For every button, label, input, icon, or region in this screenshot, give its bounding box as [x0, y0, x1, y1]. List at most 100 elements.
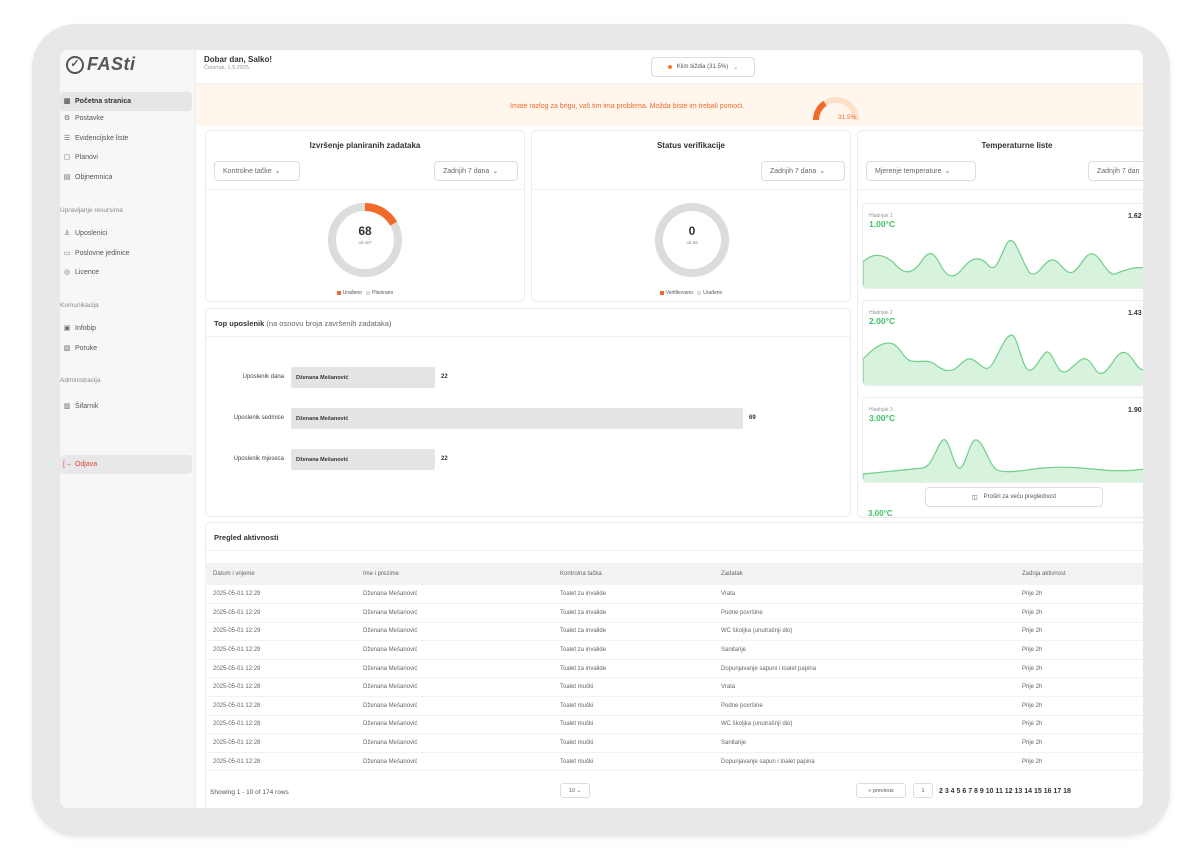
column-header[interactable]: Zadnja aktivnost	[1014, 563, 1143, 585]
table-cell: 2025-05-01 12:28	[205, 733, 355, 753]
table-cell: Dženana Mešanović	[355, 640, 552, 660]
sidebar-item-label: Šifarnik	[75, 403, 99, 410]
climate-dropdown[interactable]: Klim tiiždia (31.5%) ⌄	[651, 57, 755, 77]
chat-icon: ▣	[63, 324, 71, 332]
expand-button[interactable]: ◫ Proširi za veću preglednost	[925, 487, 1103, 507]
sidebar-item-lists[interactable]: ☰ Evidencijske liste	[60, 129, 192, 148]
page-size-value: 10	[568, 787, 575, 794]
climate-gauge: 31.5%	[813, 97, 859, 121]
sidebar-item-employees[interactable]: ♙ Uposlenici	[60, 224, 192, 243]
table-row[interactable]: 2025-05-01 12:29 Dženana Mešanović Toalet …	[205, 659, 1143, 679]
sidebar-item-label: Objnemnica	[75, 174, 113, 181]
employee-bar: Dženana Mešanović	[291, 408, 743, 429]
table-row[interactable]: 2025-05-01 12:28 Dženana Mešanović Toalet …	[205, 733, 1143, 753]
employee-bar-value: 69	[749, 415, 756, 421]
table-cell: Prije 2h	[1014, 752, 1143, 772]
table-cell: Toalet muški	[552, 752, 713, 772]
table-cell: 2025-05-01 12:29	[205, 640, 355, 660]
employee-rank-label: Uposlenik sedmice	[233, 415, 284, 421]
table-row[interactable]: 2025-05-01 12:29 Dženana Mešanović Toalet …	[205, 640, 1143, 660]
table-cell: WC školjka (unutrašnji dio)	[713, 622, 1014, 642]
temperature-item[interactable]: Hladnjak 2 2.00°C 1.43	[862, 300, 1143, 386]
sidebar-item-infobip[interactable]: ▣ Infobip	[60, 319, 192, 338]
employee-bar-value: 22	[441, 456, 448, 462]
logout-button[interactable]: [→ Odjava	[60, 455, 192, 474]
table-row[interactable]: 2025-05-01 12:28 Dženana Mešanović Toalet …	[205, 715, 1143, 735]
sidebar-item-licenses[interactable]: ◎ Licence	[60, 263, 192, 282]
sidebar-item-label: Licence	[75, 269, 100, 276]
table-cell: Toalet muški	[552, 677, 713, 698]
employee-name: Dženana Mešanović	[296, 456, 349, 463]
legend-label: Verifikovano	[665, 290, 693, 296]
employee-bar: Dženana Mešanović	[291, 367, 435, 388]
table-cell: 2025-05-01 12:28	[205, 715, 355, 735]
temperature-item[interactable]: Hladnjak 1 1.00°C 1.62	[862, 203, 1143, 289]
column-header[interactable]: Kontrolna tačka	[552, 563, 713, 585]
table-cell: 2025-05-01 12:29	[205, 659, 355, 679]
users-icon: ♙	[63, 229, 71, 237]
sidebar-item-codebook[interactable]: ▥ Šifarnik	[60, 397, 192, 416]
tasks-sub: od 407	[358, 240, 372, 245]
table-cell: Vrata	[713, 585, 1014, 605]
period-dropdown[interactable]: Zadnjih 7 dan	[1088, 161, 1143, 181]
table-cell: 2025-05-01 12:28	[205, 696, 355, 716]
measurement-dropdown[interactable]: Mjerenje temperature ⌄	[866, 161, 976, 181]
logo[interactable]: ✓ FASti	[66, 54, 136, 75]
table-cell: Dženana Mešanović	[355, 733, 552, 753]
previous-page-button[interactable]: « previous	[856, 783, 906, 798]
chevron-down-icon: ⌄	[733, 64, 739, 71]
table-row[interactable]: 2025-05-01 12:29 Dženana Mešanović Toalet …	[205, 622, 1143, 642]
period-dropdown[interactable]: Zadnjih 7 dana ⌄	[434, 161, 518, 181]
verification-value: 0	[688, 224, 696, 238]
table-row[interactable]: 2025-05-01 12:28 Dženana Mešanović Toalet …	[205, 677, 1143, 698]
table-cell: Dženana Mešanović	[355, 585, 552, 605]
table-row[interactable]: 2025-05-01 12:28 Dženana Mešanović Toalet …	[205, 752, 1143, 772]
chevron-down-icon: ⌄	[492, 168, 499, 175]
card-title: Temperaturne liste	[981, 141, 1053, 150]
sidebar-item-label: Planovi	[75, 154, 98, 161]
employee-bar: Dženana Mešanović	[291, 449, 435, 470]
fridge-reading: 1.43	[1128, 310, 1142, 317]
card-title: Status verifikacije	[656, 141, 726, 150]
legend-swatch	[336, 290, 341, 295]
page-size-select[interactable]: 10 ⌄	[560, 783, 590, 798]
sidebar-item-units[interactable]: ▭ Poslovne jedinice	[60, 244, 192, 263]
table-cell: Dopunjavanje sapun i toalet papina	[713, 752, 1014, 772]
chevron-down-icon: ⌄	[576, 787, 582, 794]
verification-sub: od 68	[686, 240, 698, 245]
legend-swatch	[366, 290, 371, 295]
fridge-temperature: 2.00°C	[869, 316, 896, 326]
table-cell: 2025-05-01 12:28	[205, 752, 355, 772]
column-header[interactable]: Datum i vrijeme	[205, 563, 355, 585]
building-icon: ▭	[63, 249, 71, 257]
app-screen: ✓ FASti ▦ Početna stranica ⚙ Postavke ☰ Evi…	[60, 50, 1143, 808]
divider	[206, 189, 524, 190]
sidebar-item-settings[interactable]: ⚙ Postavke	[60, 109, 192, 128]
checkpoints-dropdown[interactable]: Kontrolne tačke ⌄	[214, 161, 300, 181]
sidebar-item-objnemnica[interactable]: ▤ Objnemnica	[60, 168, 192, 187]
sidebar-item-messages[interactable]: ▧ Poruke	[60, 339, 192, 358]
sidebar-item-label: Uposlenici	[75, 230, 108, 237]
temperature-item[interactable]: Hladnjak 3 3.00°C 1.90	[862, 397, 1143, 483]
table-row[interactable]: 2025-05-01 12:29 Dženana Mešanović Toalet …	[205, 603, 1143, 623]
column-header[interactable]: Zadatak	[713, 563, 1014, 585]
column-header[interactable]: Ime i prezime	[355, 563, 552, 585]
table-cell: Vrata	[713, 677, 1014, 698]
period-dropdown[interactable]: Zadnjih 7 dana ⌄	[761, 161, 845, 181]
climate-label: Klim tiiždia (31.5%)	[676, 64, 729, 70]
barcode-icon: ▥	[63, 402, 71, 410]
section-admin: Administracija	[60, 377, 101, 384]
table-cell: Dženana Mešanović	[355, 659, 552, 679]
table-row[interactable]: 2025-05-01 12:28 Dženana Mešanović Toalet …	[205, 696, 1143, 716]
greeting: Dobar dan, Salko!	[204, 55, 273, 64]
license-icon: ◎	[63, 268, 71, 276]
expand-icon: ◫	[971, 494, 978, 501]
table-cell: Toalet za invalide	[552, 659, 713, 679]
page-links[interactable]: 2 3 4 5 6 7 8 9 10 11 12 13 14 15 16 17 …	[939, 788, 1071, 795]
overflow-temperature: 3.00°C	[868, 509, 893, 517]
table-cell: Prije 2h	[1014, 585, 1143, 605]
sidebar-item-plans[interactable]: ▢ Planovi	[60, 148, 192, 167]
current-date: Četvrtak, 1.5.2025.	[204, 65, 251, 71]
current-page-button[interactable]: 1	[913, 783, 933, 798]
table-row[interactable]: 2025-05-01 12:29 Dženana Mešanović Toalet …	[205, 585, 1143, 605]
